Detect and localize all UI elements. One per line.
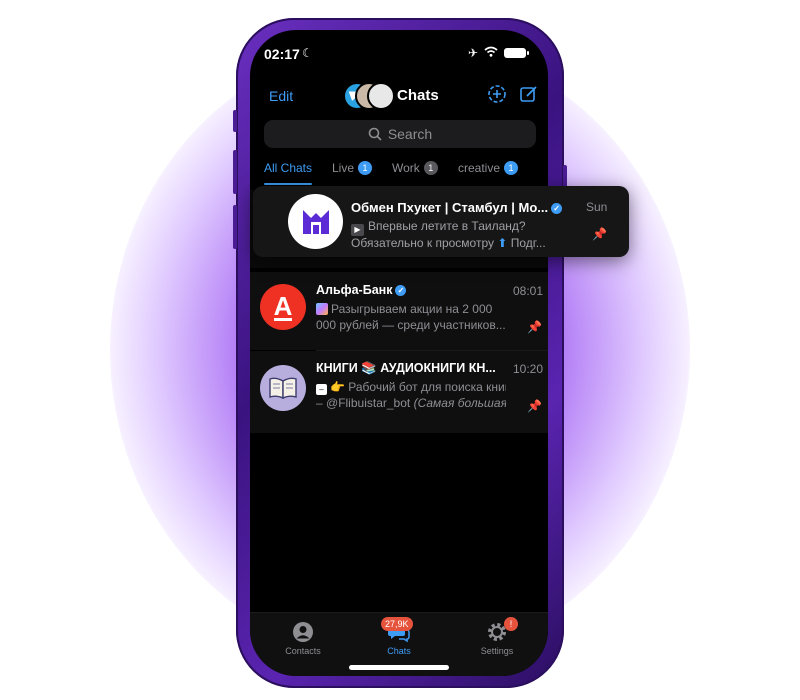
- unread-badge: 1: [423, 161, 438, 175]
- tab-settings[interactable]: Settings !: [462, 617, 532, 656]
- tab-label: Chats: [387, 646, 411, 656]
- edit-button[interactable]: Edit: [269, 88, 293, 104]
- wifi-icon: [484, 46, 498, 60]
- pin-icon: 📌: [527, 320, 542, 334]
- person-circle-icon: [292, 621, 314, 643]
- chat-preview-line2: 000 рублей — среди участников...: [316, 318, 506, 332]
- chat-name: Альфа-Банк ✓: [316, 283, 496, 297]
- chat-time: 10:20: [512, 362, 543, 376]
- battery-icon: [504, 48, 529, 58]
- books-avatar: [260, 365, 306, 411]
- compose-icon[interactable]: [519, 84, 539, 109]
- unread-count-badge: 27,9K: [381, 617, 413, 631]
- chat-preview-line2: – @Flibuistar_bot (Самая большая...: [316, 396, 506, 410]
- tab-work[interactable]: Work 1: [392, 161, 438, 175]
- unread-badge: 1: [358, 161, 373, 175]
- volume-up-button: [233, 150, 237, 194]
- tab-label: Settings: [480, 646, 514, 656]
- tab-label: creative: [458, 161, 501, 175]
- chat-name: КНИГИ 📚 АУДИОКНИГИ КН...: [316, 361, 496, 375]
- tab-label: Work: [392, 161, 420, 175]
- search-icon: [368, 127, 382, 141]
- search-input[interactable]: Search: [264, 120, 536, 148]
- exchange-avatar: [288, 194, 343, 249]
- open-book-icon: [269, 377, 297, 400]
- arrow-up-icon: ⬆: [497, 236, 508, 250]
- pin-icon: 📌: [527, 399, 542, 413]
- tab-contacts[interactable]: Contacts: [268, 619, 338, 656]
- alfa-bank-avatar: А: [260, 284, 306, 330]
- dash-emoji-icon: –: [316, 384, 327, 395]
- status-time: 02:17: [264, 46, 300, 62]
- chat-row-phuket-exchange[interactable]: Обмен Пхукет | Стамбул | Мо... ✓ Sun ▶ Впе…: [253, 186, 629, 257]
- chat-row-alfa-bank[interactable]: А Альфа-Банк ✓ 08:01 Разыгрываем акции на…: [250, 272, 548, 350]
- search-placeholder: Search: [387, 126, 433, 142]
- verified-icon: ✓: [395, 285, 407, 296]
- verified-icon: ✓: [551, 203, 563, 214]
- chat-time: 08:01: [512, 284, 543, 298]
- contact-avatar-2: [367, 82, 395, 110]
- tab-label: All Chats: [264, 161, 313, 175]
- chat-row-books[interactable]: КНИГИ 📚 АУДИОКНИГИ КН... 10:20 – 👉 Рабочи…: [250, 351, 548, 433]
- chat-preview-line2: Обязательно к просмотру ⬆ Подг...: [351, 236, 546, 250]
- moon-icon: ☾: [302, 46, 313, 60]
- chat-name: Обмен Пхукет | Стамбул | Мо... ✓: [351, 200, 571, 215]
- silent-switch: [233, 110, 237, 132]
- story-avatars[interactable]: [343, 82, 395, 110]
- unread-badge: 1: [504, 161, 519, 175]
- chat-preview-line1: Разыгрываем акции на 2 000: [316, 302, 506, 318]
- chat-preview-line1: – 👉 Рабочий бот для поиска книг: [316, 380, 506, 396]
- status-icons: ✈: [467, 46, 529, 60]
- pin-icon: 📌: [592, 227, 607, 241]
- folder-tabs: All Chats Live 1 Work 1 creative 1: [250, 161, 548, 183]
- tab-label: Live: [332, 161, 355, 175]
- tab-chats[interactable]: Chats 27,9K: [364, 617, 434, 656]
- alert-badge: !: [504, 617, 518, 631]
- page-title: Chats: [397, 87, 439, 104]
- video-play-icon: ▶: [351, 224, 364, 236]
- tab-creative[interactable]: creative 1: [458, 161, 519, 175]
- new-story-icon[interactable]: [487, 84, 507, 109]
- tab-label: Contacts: [285, 646, 321, 656]
- exchange-logo-icon: [302, 209, 329, 234]
- tab-all-chats[interactable]: All Chats: [264, 161, 312, 175]
- volume-down-button: [233, 205, 237, 249]
- tab-live[interactable]: Live 1: [332, 161, 373, 175]
- active-tab-indicator: [264, 183, 312, 185]
- phone-screen: 02:17 ☾ ✈ Edit Chats Search All Chats Li…: [250, 30, 548, 676]
- media-thumbnail-icon: [316, 303, 328, 315]
- alfa-logo-letter: А: [273, 290, 293, 321]
- airplane-icon: ✈: [467, 46, 478, 60]
- home-indicator: [349, 665, 449, 670]
- chat-time: Sun: [586, 200, 608, 214]
- chat-preview-line1: ▶ Впервые летите в Таиланд?: [351, 219, 591, 236]
